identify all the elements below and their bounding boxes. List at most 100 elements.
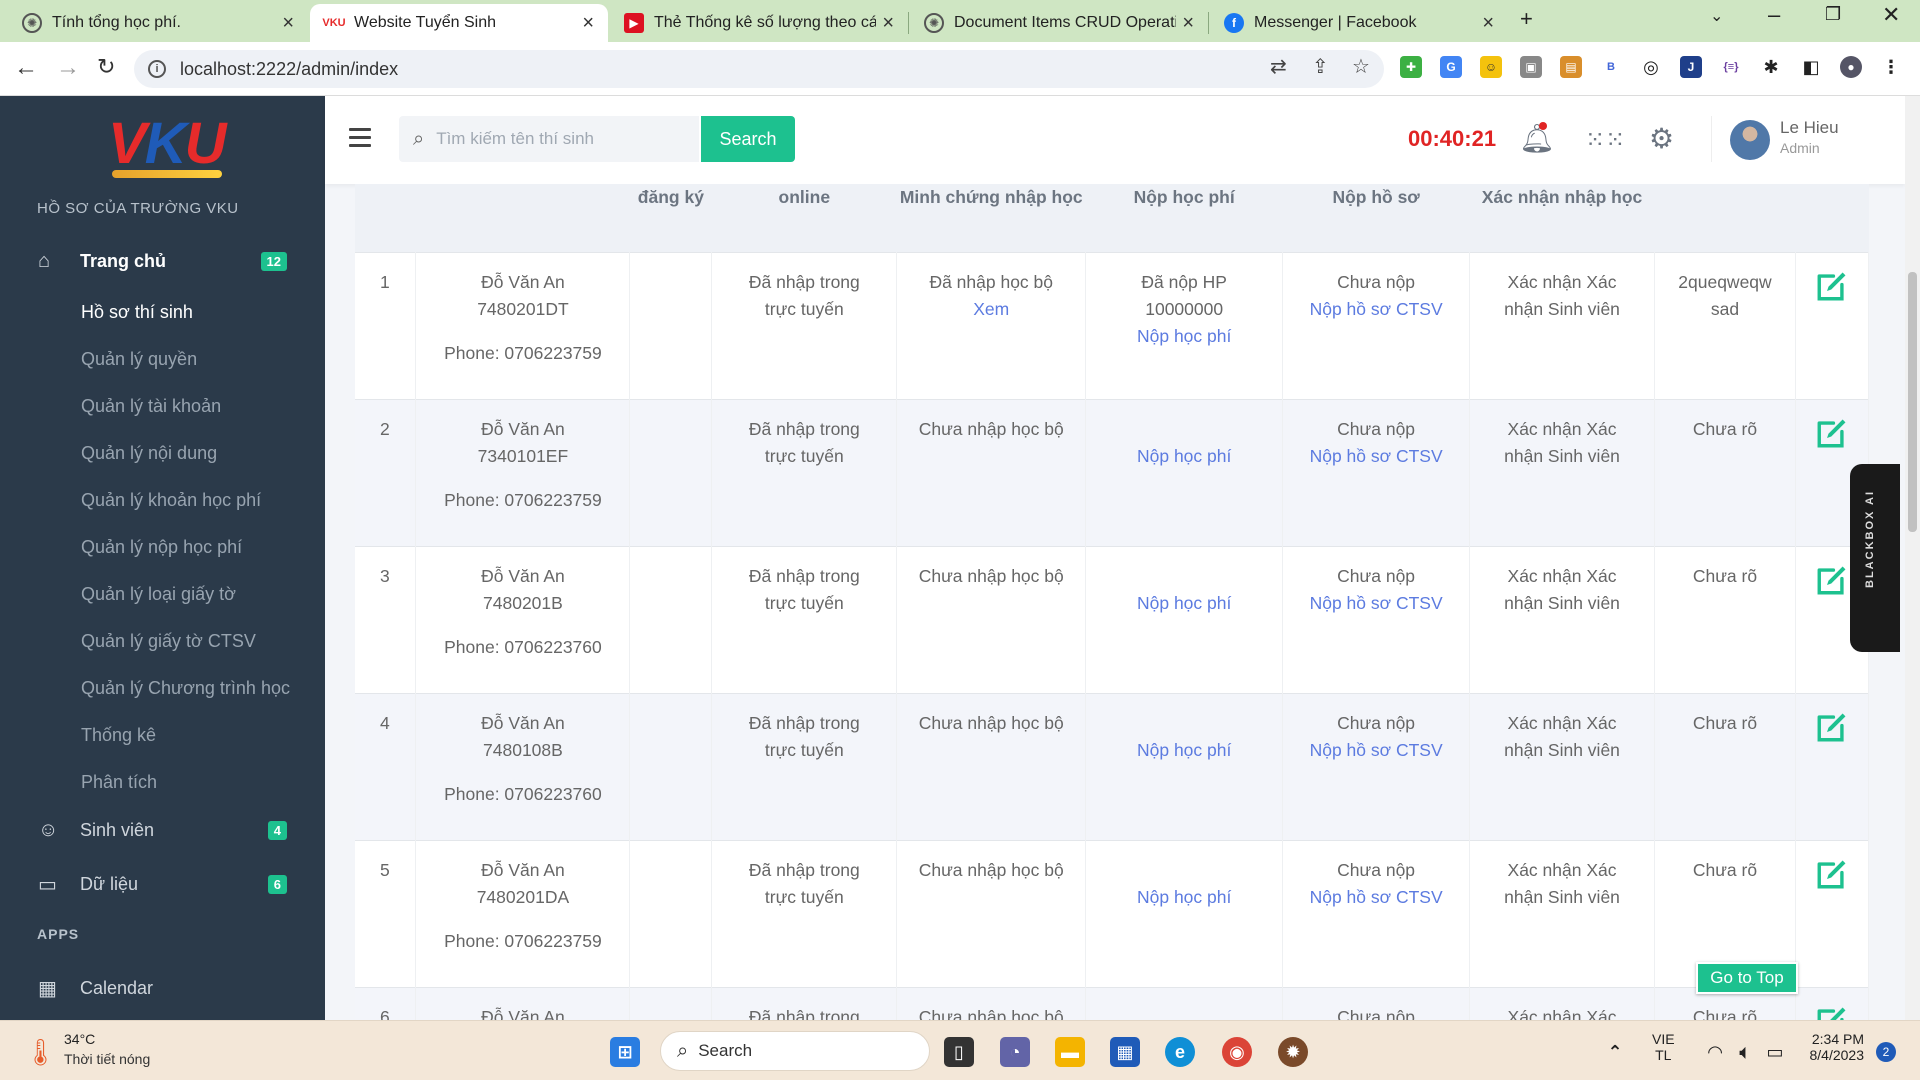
browser-tab[interactable]: ▶ Thẻ Thống kê số lượng theo các × [610, 4, 908, 42]
sidebar-subitem-applicants[interactable]: Hồ sơ thí sinh [81, 302, 193, 323]
sidebar-item-students[interactable]: ☺ Sinh viên 4 [0, 810, 325, 850]
site-info-icon[interactable]: i [148, 60, 166, 78]
extension-icon[interactable]: B [1600, 56, 1622, 78]
search-box: ⌕ [399, 116, 699, 162]
extension-icon[interactable]: J [1680, 56, 1702, 78]
chrome-icon[interactable]: ◉ [1222, 1037, 1252, 1067]
clock[interactable]: 2:34 PM 8/4/2023 [1800, 1031, 1865, 1063]
edit-icon[interactable] [1815, 563, 1849, 597]
sidebar-subitem-programs[interactable]: Quản lý Chương trình học [81, 678, 290, 699]
close-icon[interactable]: × [582, 12, 594, 35]
file-explorer-icon[interactable]: ▬ [1055, 1037, 1085, 1067]
edge-icon[interactable]: e [1165, 1037, 1195, 1067]
browser-tab-active[interactable]: VKU Website Tuyển Sinh × [310, 4, 608, 42]
chevron-up-icon[interactable]: ⌃ [1600, 1037, 1630, 1067]
bell-icon[interactable]: 🔔︎ [1519, 122, 1555, 155]
scrollbar-thumb[interactable] [1908, 272, 1917, 532]
go-to-top-button[interactable]: Go to Top [1696, 962, 1798, 994]
window-close-icon[interactable]: ✕ [1882, 2, 1900, 28]
app-icon[interactable]: ✹ [1278, 1037, 1308, 1067]
reload-icon[interactable]: ↻ [97, 54, 115, 80]
submit-ctsv-documents-link[interactable]: Nộp hồ sơ CTSV [1283, 590, 1469, 617]
extension-icon[interactable]: ◎ [1640, 56, 1662, 78]
pay-tuition-link[interactable]: Nộp học phí [1086, 443, 1282, 470]
edit-icon[interactable] [1815, 269, 1849, 303]
sidebar-item-calendar[interactable]: ▦ Calendar [0, 968, 325, 1008]
sidebar-subitem-analytics[interactable]: Phân tích [81, 772, 157, 793]
blackbox-ai-widget[interactable]: BLACKBOX AI [1850, 464, 1900, 652]
page-scrollbar[interactable] [1905, 96, 1920, 1020]
browser-tab[interactable]: ✺ Tính tổng học phí. × [8, 4, 308, 42]
bookmark-star-icon[interactable]: ☆ [1352, 54, 1370, 79]
wifi-icon[interactable]: ◠ [1700, 1037, 1730, 1067]
vku-logo[interactable]: VKU [108, 110, 226, 177]
search-input[interactable] [436, 129, 677, 149]
pay-tuition-link[interactable]: Nộp học phí [1086, 737, 1282, 764]
task-view-icon[interactable]: ▯ [944, 1037, 974, 1067]
edit-icon[interactable] [1815, 710, 1849, 744]
taskbar-search[interactable]: ⌕ Search [660, 1031, 930, 1071]
forward-icon[interactable]: → [56, 54, 80, 82]
battery-icon[interactable]: ▭ [1760, 1037, 1790, 1067]
submit-ctsv-documents-link[interactable]: Nộp hồ sơ CTSV [1283, 884, 1469, 911]
submit-ctsv-documents-link[interactable]: Nộp hồ sơ CTSV [1283, 443, 1469, 470]
extension-icon[interactable]: ▣ [1520, 56, 1542, 78]
sidebar-subitem-tuition-payments[interactable]: Quản lý nộp học phí [81, 537, 242, 558]
sidebar-subitem-accounts[interactable]: Quản lý tài khoản [81, 396, 221, 417]
sidebar-subitem-permissions[interactable]: Quản lý quyền [81, 349, 197, 370]
windows-start-icon[interactable]: ⊞ [610, 1037, 640, 1067]
address-bar[interactable]: i localhost:2222/admin/index [134, 50, 1384, 88]
user-profile[interactable]: Le Hieu Admin [1711, 116, 1869, 162]
sidebar-subitem-statistics[interactable]: Thống kê [81, 725, 156, 746]
maximize-icon[interactable]: ❐ [1825, 4, 1841, 25]
new-tab-icon[interactable]: + [1520, 6, 1533, 32]
weather-description[interactable]: Thời tiết nóng [64, 1051, 150, 1067]
share-icon[interactable]: ⇪ [1312, 54, 1329, 79]
hamburger-menu-icon[interactable] [349, 128, 371, 152]
sidebar-subitem-document-types[interactable]: Quản lý loại giấy tờ [81, 584, 236, 605]
extensions-puzzle-icon[interactable]: ✱ [1760, 56, 1782, 78]
back-icon[interactable]: ← [14, 54, 38, 82]
pay-tuition-link[interactable]: Nộp học phí [1086, 884, 1282, 911]
pay-tuition-link[interactable]: Nộp học phí [1086, 323, 1282, 350]
extension-icon[interactable]: ☺ [1480, 56, 1502, 78]
sidebar-item-data[interactable]: ▭ Dữ liệu 6 [0, 864, 325, 904]
minimize-icon[interactable]: – [1768, 2, 1780, 28]
thermometer-icon[interactable]: 🌡︎ [24, 1037, 57, 1068]
edit-icon[interactable] [1815, 416, 1849, 450]
tab-search-icon[interactable]: ⌄ [1710, 6, 1723, 26]
volume-icon[interactable]: 🔈︎ [1730, 1037, 1760, 1067]
extension-icon[interactable]: ▤ [1560, 56, 1582, 78]
browser-tab[interactable]: ✺ Document Items CRUD Operatio × [910, 4, 1208, 42]
notification-count-badge[interactable]: 2 [1876, 1042, 1896, 1062]
store-icon[interactable]: ▦ [1110, 1037, 1140, 1067]
close-icon[interactable]: × [1182, 12, 1194, 35]
submit-ctsv-documents-link[interactable]: Nộp hồ sơ CTSV [1283, 737, 1469, 764]
sidebar-item-home[interactable]: ⌂ Trang chủ 12 [0, 241, 325, 281]
close-icon[interactable]: × [282, 12, 294, 35]
language-indicator[interactable]: VIE TL [1652, 1031, 1675, 1063]
view-proof-link[interactable]: Xem [897, 296, 1085, 323]
browser-tab[interactable]: f Messenger | Facebook × [1210, 4, 1508, 42]
apps-grid-icon[interactable]: ⁙⁙ [1585, 126, 1625, 155]
gear-icon[interactable]: ⚙ [1649, 122, 1674, 155]
google-translate-icon[interactable]: G [1440, 56, 1462, 78]
teams-icon[interactable]: ◔ [1000, 1037, 1030, 1067]
sidebar-subitem-ctsv-documents[interactable]: Quản lý giấy tờ CTSV [81, 631, 256, 652]
pay-tuition-link[interactable]: Nộp học phí [1086, 590, 1282, 617]
sidebar-subitem-tuition-items[interactable]: Quản lý khoản học phí [81, 490, 261, 511]
menu-kebab-icon[interactable]: ⋮ [1880, 56, 1902, 78]
edit-icon[interactable] [1815, 857, 1849, 891]
extension-icon[interactable]: {≡} [1720, 56, 1742, 78]
weather-temperature[interactable]: 34°C [64, 1031, 95, 1047]
sidebar-subitem-content[interactable]: Quản lý nội dung [81, 443, 217, 464]
close-icon[interactable]: × [882, 12, 894, 35]
extension-icon[interactable]: ✚ [1400, 56, 1422, 78]
side-panel-icon[interactable]: ◧ [1800, 56, 1822, 78]
submit-ctsv-documents-link[interactable]: Nộp hồ sơ CTSV [1283, 296, 1469, 323]
translate-icon[interactable]: ⇄ [1270, 54, 1287, 79]
edit-icon[interactable] [1815, 1004, 1849, 1021]
close-icon[interactable]: × [1482, 12, 1494, 35]
search-button[interactable]: Search [701, 116, 795, 162]
profile-icon[interactable]: ● [1840, 56, 1862, 78]
